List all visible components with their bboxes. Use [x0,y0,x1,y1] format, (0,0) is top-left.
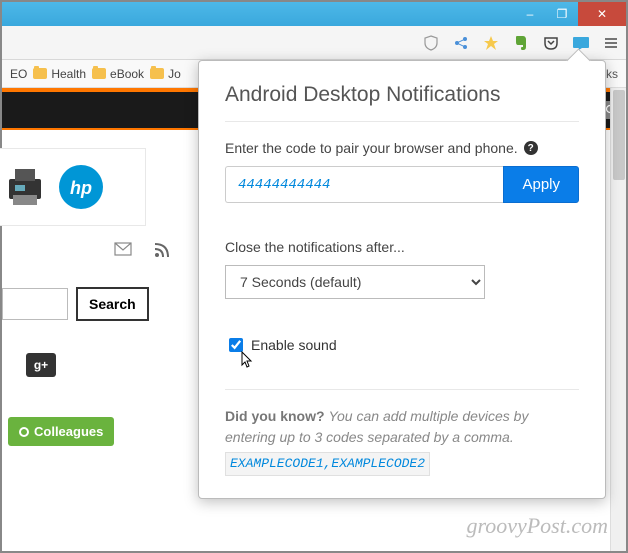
share-icon[interactable] [452,34,470,52]
window-titlebar: – ❐ ✕ [2,2,626,26]
hp-ad[interactable]: hp [0,148,146,226]
bookmark-folder-ebook[interactable]: eBook [92,67,144,81]
did-you-know: Did you know? You can add multiple devic… [225,389,579,476]
apply-button[interactable]: Apply [503,166,579,203]
close-after-label: Close the notifications after... [225,239,579,255]
extension-popup: Android Desktop Notifications Enter the … [198,60,606,499]
scrollbar-thumb[interactable] [613,90,625,180]
circle-icon [19,427,29,437]
colleagues-label: Colleagues [34,424,103,439]
popup-title: Android Desktop Notifications [225,83,579,122]
enable-sound-label: Enable sound [251,337,337,353]
page-scrollbar[interactable] [610,88,626,551]
printer-icon [5,165,45,209]
pair-label-text: Enter the code to pair your browser and … [225,140,518,156]
help-icon[interactable]: ? [524,141,538,155]
bookmark-label: Jo [168,67,181,81]
cursor-icon [239,351,255,375]
notification-extension-icon[interactable] [572,34,590,52]
svg-text:hp: hp [70,178,92,198]
minimize-button[interactable]: – [514,2,546,26]
bookmark-label: eBook [110,67,144,81]
didyou-title: Did you know? [225,408,325,424]
pair-code-label: Enter the code to pair your browser and … [225,140,579,156]
colleagues-button[interactable]: Colleagues [8,417,114,446]
shield-icon[interactable] [422,34,440,52]
example-code: EXAMPLECODE1,EXAMPLECODE2 [225,452,430,476]
browser-toolbar [2,26,626,60]
hp-logo-icon: hp [57,163,105,211]
star-icon[interactable] [482,34,500,52]
bookmark-label: Health [51,67,86,81]
pair-code-input[interactable] [225,166,503,203]
enable-sound-checkbox[interactable] [229,338,243,352]
menu-icon[interactable] [602,34,620,52]
folder-icon [33,68,47,79]
close-window-button[interactable]: ✕ [578,2,626,26]
google-plus-button[interactable]: g+ [26,353,56,377]
close-after-select[interactable]: 7 Seconds (default) [225,265,485,299]
folder-icon [150,68,164,79]
bookmark-folder-jo[interactable]: Jo [150,67,181,81]
watermark: groovyPost.com [466,513,608,539]
site-search-button[interactable]: Search [76,287,149,321]
pocket-icon[interactable] [542,34,560,52]
mail-icon[interactable] [114,242,132,263]
evernote-icon[interactable] [512,34,530,52]
bookmark-folder-health[interactable]: Health [33,67,86,81]
bookmark-item[interactable]: EO [10,67,27,81]
site-search-input[interactable] [2,288,68,320]
folder-icon [92,68,106,79]
rss-icon[interactable] [154,242,170,263]
restore-button[interactable]: ❐ [546,2,578,26]
